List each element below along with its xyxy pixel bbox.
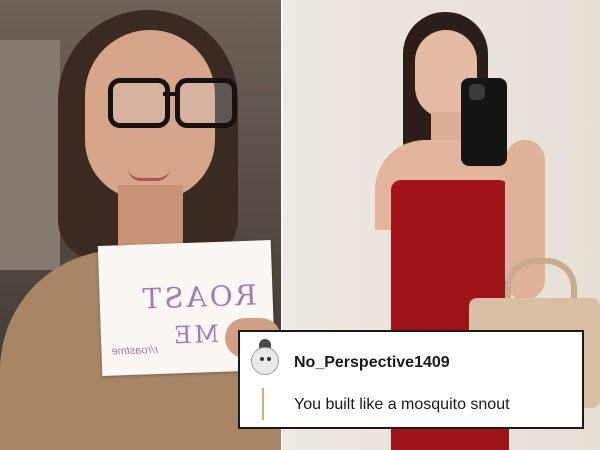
snoo-avatar-icon[interactable] <box>247 339 283 379</box>
background-door <box>0 40 60 270</box>
sign-line-me: ME <box>170 319 220 350</box>
phone-camera-icon <box>469 84 485 100</box>
person-smile <box>128 168 170 181</box>
avatar-eye <box>260 357 264 361</box>
glasses-left-lens <box>108 78 170 128</box>
comment-username[interactable]: No_Perspective1409 <box>294 354 450 372</box>
thread-line[interactable] <box>262 388 264 420</box>
sign-line-roast: ROAST <box>139 278 258 316</box>
comment-body: You built like a mosquito snout <box>294 396 510 413</box>
avatar-eye <box>267 357 271 361</box>
comment-card: No_Perspective1409 You built like a mosq… <box>238 330 584 429</box>
glasses-bridge <box>163 92 177 96</box>
sign-subreddit: r/roastme <box>111 344 159 358</box>
person-neck <box>118 185 183 245</box>
glasses-right-lens <box>175 78 237 128</box>
avatar-head <box>251 347 279 375</box>
